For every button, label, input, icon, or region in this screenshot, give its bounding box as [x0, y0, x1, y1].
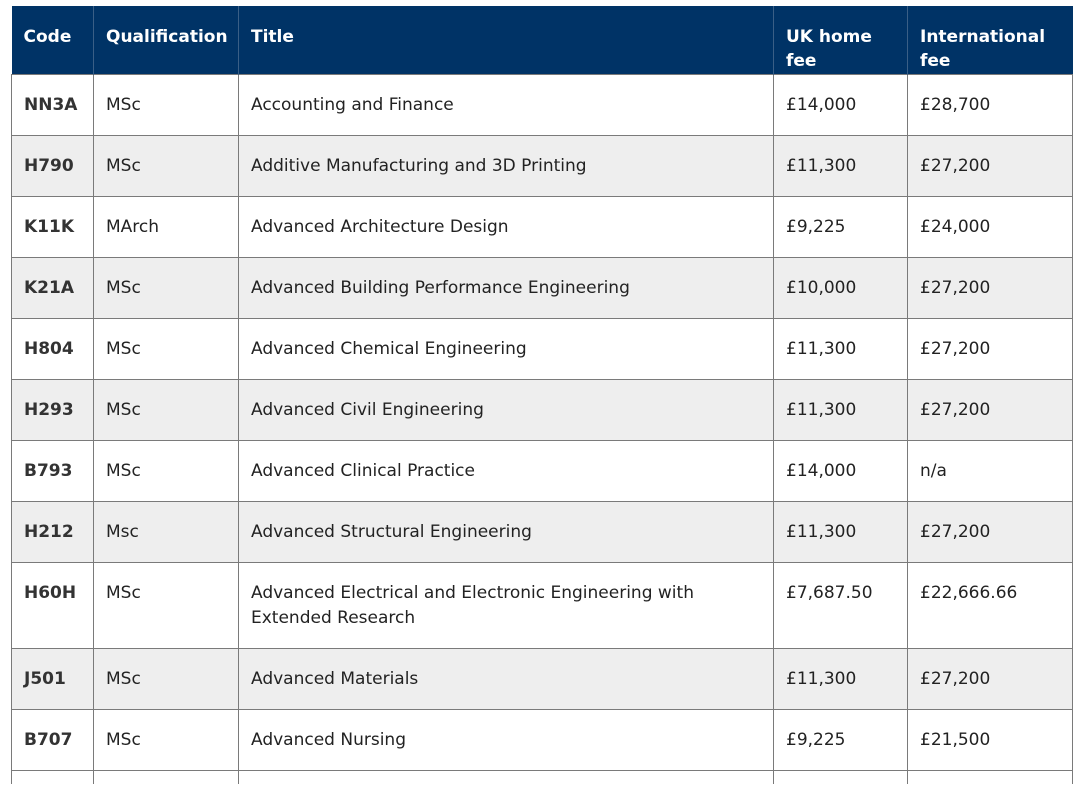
title-cell: Additive Manufacturing and 3D Printing [238, 134, 774, 197]
table-row: H212 Msc Advanced Structural Engineering… [11, 500, 1073, 563]
empty-cell [238, 769, 774, 784]
uk-fee-cell: £11,300 [773, 500, 908, 563]
course-fee-table-container: Code Qualification Title UK home fee Inte… [11, 6, 1073, 784]
header-qualification: Qualification [93, 6, 239, 74]
table-row: H790 MSc Additive Manufacturing and 3D P… [11, 134, 1073, 197]
intl-fee-cell: £27,200 [907, 378, 1073, 441]
code-cell: H212 [11, 500, 94, 563]
empty-cell [773, 769, 908, 784]
intl-fee-cell: £27,200 [907, 647, 1073, 710]
intl-fee-cell: £27,200 [907, 134, 1073, 197]
table-row: J501 MSc Advanced Materials £11,300 £27,… [11, 647, 1073, 710]
qualification-cell: Msc [93, 500, 239, 563]
uk-fee-cell: £11,300 [773, 378, 908, 441]
code-cell: B707 [11, 708, 94, 771]
table-row: B793 MSc Advanced Clinical Practice £14,… [11, 439, 1073, 502]
qualification-cell: MSc [93, 439, 239, 502]
uk-fee-cell: £11,300 [773, 317, 908, 380]
title-cell: Advanced Clinical Practice [238, 439, 774, 502]
intl-fee-cell: n/a [907, 439, 1073, 502]
uk-fee-cell: £11,300 [773, 134, 908, 197]
title-cell: Advanced Nursing [238, 708, 774, 771]
table-row-partial [11, 769, 1073, 784]
intl-fee-cell: £27,200 [907, 500, 1073, 563]
title-cell: Advanced Chemical Engineering [238, 317, 774, 380]
uk-fee-cell: £11,300 [773, 647, 908, 710]
qualification-cell: MSc [93, 134, 239, 197]
table-row: K11K MArch Advanced Architecture Design … [11, 195, 1073, 258]
header-intl-fee-line1: International [920, 27, 1046, 47]
header-uk-fee: UK home fee [773, 6, 908, 74]
empty-cell [907, 769, 1073, 784]
uk-fee-cell: £9,225 [773, 708, 908, 771]
header-uk-fee-line2: fee [786, 51, 817, 71]
title-line2: Extended Research [251, 607, 416, 628]
table-body: NN3A MSc Accounting and Finance £14,000 … [11, 73, 1073, 784]
code-cell: H293 [11, 378, 94, 441]
uk-fee-cell: £14,000 [773, 439, 908, 502]
code-cell: H60H [11, 561, 94, 649]
header-intl-fee: International fee [907, 6, 1073, 74]
uk-fee-cell: £14,000 [773, 73, 908, 136]
qualification-cell: MSc [93, 378, 239, 441]
header-title: Title [238, 6, 774, 74]
code-cell: K11K [11, 195, 94, 258]
qualification-cell: MSc [93, 317, 239, 380]
qualification-cell: MSc [93, 647, 239, 710]
intl-fee-cell: £27,200 [907, 317, 1073, 380]
qualification-cell: MSc [93, 561, 239, 649]
table-header: Code Qualification Title UK home fee Inte… [11, 6, 1073, 74]
intl-fee-cell: £24,000 [907, 195, 1073, 258]
table-row: H60H MSc Advanced Electrical and Electro… [11, 561, 1073, 649]
empty-cell [93, 769, 239, 784]
title-cell: Advanced Electrical and Electronic Engin… [238, 561, 774, 649]
empty-cell [11, 769, 94, 784]
title-cell: Accounting and Finance [238, 73, 774, 136]
intl-fee-cell: £27,200 [907, 256, 1073, 319]
uk-fee-cell: £10,000 [773, 256, 908, 319]
uk-fee-cell: £9,225 [773, 195, 908, 258]
code-cell: B793 [11, 439, 94, 502]
header-intl-fee-line2: fee [920, 51, 951, 71]
table-row: H293 MSc Advanced Civil Engineering £11,… [11, 378, 1073, 441]
title-cell: Advanced Materials [238, 647, 774, 710]
title-cell: Advanced Architecture Design [238, 195, 774, 258]
qualification-cell: MSc [93, 256, 239, 319]
code-cell: H804 [11, 317, 94, 380]
header-uk-fee-line1: UK home [786, 27, 872, 47]
qualification-cell: MSc [93, 708, 239, 771]
table-row: K21A MSc Advanced Building Performance E… [11, 256, 1073, 319]
table-row: NN3A MSc Accounting and Finance £14,000 … [11, 73, 1073, 136]
table-row: H804 MSc Advanced Chemical Engineering £… [11, 317, 1073, 380]
table-row: B707 MSc Advanced Nursing £9,225 £21,500 [11, 708, 1073, 771]
title-cell: Advanced Civil Engineering [238, 378, 774, 441]
title-cell: Advanced Structural Engineering [238, 500, 774, 563]
intl-fee-cell: £22,666.66 [907, 561, 1073, 649]
intl-fee-cell: £21,500 [907, 708, 1073, 771]
qualification-cell: MSc [93, 73, 239, 136]
code-cell: K21A [11, 256, 94, 319]
code-cell: NN3A [11, 73, 94, 136]
qualification-cell: MArch [93, 195, 239, 258]
title-line1: Advanced Electrical and Electronic Engin… [251, 582, 694, 603]
intl-fee-cell: £28,700 [907, 73, 1073, 136]
code-cell: H790 [11, 134, 94, 197]
title-cell: Advanced Building Performance Engineerin… [238, 256, 774, 319]
code-cell: J501 [11, 647, 94, 710]
uk-fee-cell: £7,687.50 [773, 561, 908, 649]
header-row: Code Qualification Title UK home fee Inte… [11, 6, 1073, 74]
course-fee-table: Code Qualification Title UK home fee Inte… [11, 6, 1073, 784]
header-code: Code [11, 6, 94, 74]
